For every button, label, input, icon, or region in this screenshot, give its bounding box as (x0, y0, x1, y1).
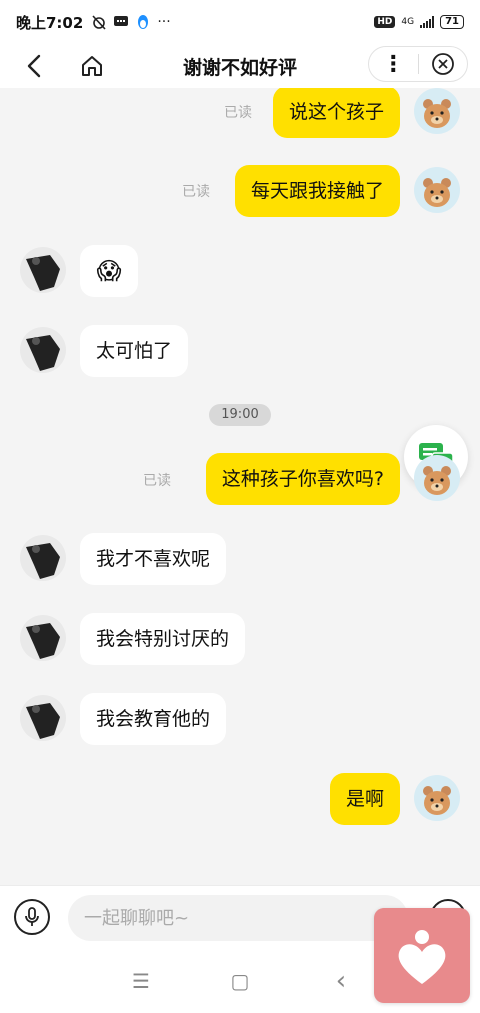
contact-message-bubble[interactable]: 太可怕了 (80, 325, 189, 377)
status-bar: 晚上7:02 ··· HD 4G 71 (0, 0, 480, 44)
alarm-off-icon (92, 15, 106, 30)
time-divider: 19:00 (209, 404, 271, 426)
network-label: 4G (401, 17, 415, 27)
qq-penguin-icon (138, 15, 149, 29)
my-avatar[interactable] (414, 775, 460, 821)
contact-avatar[interactable] (20, 695, 66, 741)
my-avatar[interactable] (414, 167, 460, 213)
home-button[interactable] (72, 46, 112, 86)
contact-message-bubble[interactable]: 我会特别讨厌的 (80, 613, 246, 665)
bear-avatar-icon (414, 775, 460, 821)
contact-avatar-icon (20, 535, 66, 581)
contact-avatar[interactable] (20, 247, 66, 293)
my-avatar[interactable] (414, 455, 460, 501)
recent-apps-button[interactable]: ☰ (126, 966, 156, 996)
bear-avatar-icon (414, 455, 460, 501)
contact-avatar[interactable] (20, 615, 66, 661)
heart-person-icon (398, 929, 446, 984)
contact-avatar-icon (20, 615, 66, 661)
contact-avatar-icon (20, 695, 66, 741)
more-notifications-icon: ··· (157, 14, 171, 30)
read-receipt: 已读 (182, 184, 210, 200)
status-time: 晚上7:02 (16, 13, 84, 32)
chevron-left-icon (27, 54, 41, 78)
close-button[interactable] (418, 47, 467, 81)
back-button[interactable] (14, 46, 54, 86)
contact-avatar-icon (20, 327, 66, 373)
message-input[interactable] (68, 895, 408, 941)
home-icon (82, 56, 102, 76)
chat-header: 谢谢不如好评 ⋮ (0, 44, 480, 88)
home-nav-button[interactable]: ▢ (225, 966, 255, 996)
voice-button[interactable] (14, 899, 50, 935)
chat-area[interactable]: 已读 说这个孩子 已读 每天跟我接触了 😱 太可怕了 19:00 已读 这种孩子… (0, 88, 480, 885)
my-message-bubble[interactable]: 这种孩子你喜欢吗? (205, 453, 400, 505)
contact-avatar[interactable] (20, 327, 66, 373)
hd-badge: HD (374, 16, 396, 28)
read-receipt: 已读 (224, 105, 252, 121)
microphone-icon (25, 907, 39, 926)
contact-message-bubble[interactable]: 我才不喜欢呢 (80, 533, 227, 585)
contact-message-bubble[interactable]: 我会教育他的 (80, 693, 227, 745)
message-icon (114, 16, 129, 26)
mini-program-capsule: ⋮ (368, 46, 468, 82)
more-options-button[interactable]: ⋮ (369, 47, 418, 81)
my-message-bubble[interactable]: 是啊 (329, 773, 400, 825)
my-avatar[interactable] (414, 88, 460, 134)
contact-avatar[interactable] (20, 535, 66, 581)
my-message-bubble[interactable]: 说这个孩子 (272, 88, 400, 138)
contact-emoji-bubble[interactable]: 😱 (80, 245, 138, 297)
bear-avatar-icon (414, 88, 460, 134)
contact-avatar-icon (20, 247, 66, 293)
my-message-bubble[interactable]: 每天跟我接触了 (234, 165, 400, 217)
battery-indicator: 71 (440, 15, 464, 29)
back-nav-button[interactable]: ‹ (326, 966, 356, 996)
heart-app-badge[interactable] (374, 908, 470, 1003)
bear-avatar-icon (414, 167, 460, 213)
close-circle-icon (431, 53, 454, 75)
signal-icon (420, 16, 435, 28)
read-receipt: 已读 (143, 473, 171, 489)
